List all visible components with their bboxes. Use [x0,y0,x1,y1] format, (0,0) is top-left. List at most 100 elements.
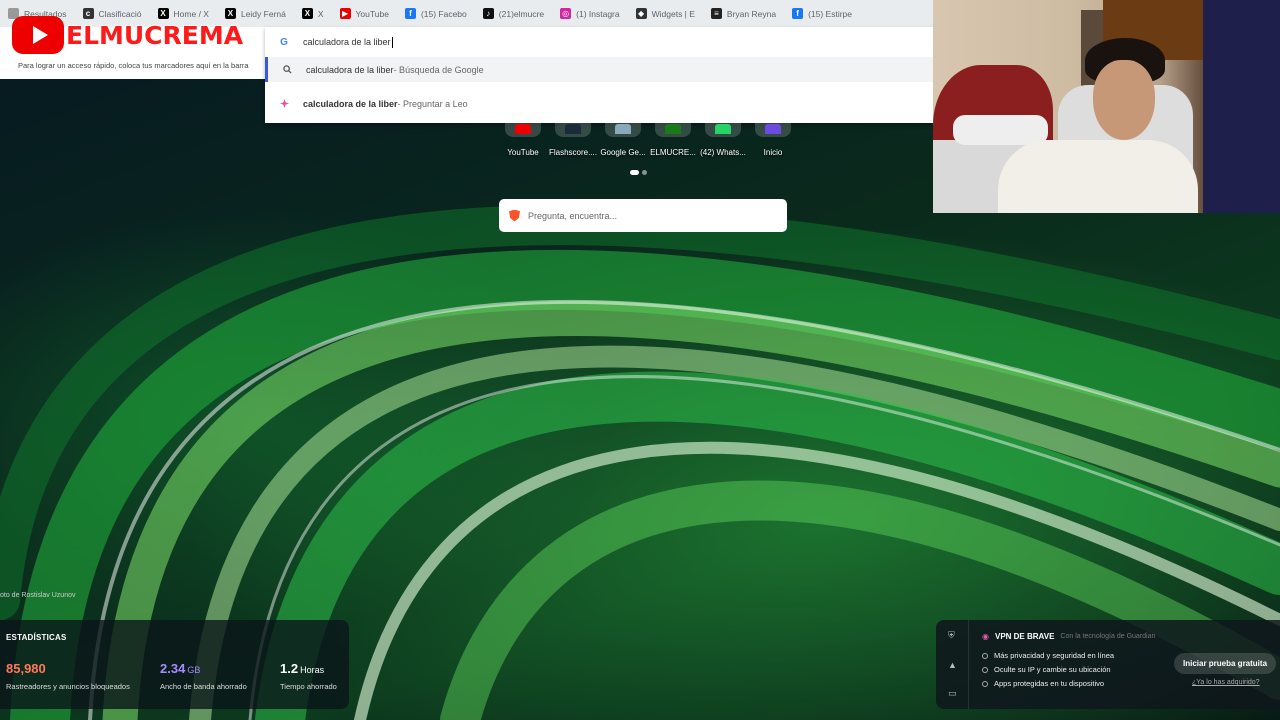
stat-time-saved: 1.2 Horas Tiempo ahorrado [280,660,337,691]
check-circle-icon [982,666,988,673]
stat-value: 85,980 [6,661,46,676]
widget-switcher: ⛨ ▲ ▭ [936,620,969,709]
tab-label: YouTube [355,8,389,19]
shortcut-page-dots [630,170,647,175]
stat-description: Ancho de banda ahorrado [160,682,247,691]
browser-tab[interactable]: ▶ YouTube [332,0,397,27]
tab-favicon-icon: f [792,8,804,19]
tab-favicon-icon: ≡ [710,8,722,19]
shortcut-tile[interactable]: (42) Whats... [698,115,748,157]
vpn-logo-icon: ◉ [982,632,989,641]
stat-unit: GB [187,665,201,675]
text-caret [391,36,393,48]
browser-tab[interactable]: f (15) Facebo [397,0,475,27]
tab-favicon-icon: ▶ [339,8,351,19]
browser-tab[interactable]: ◆ Widgets | E [628,0,703,27]
webcam-overlay [933,0,1280,213]
tab-label: (1) Instagra [576,8,620,19]
check-circle-icon [982,680,988,687]
already-purchased-link[interactable]: ¿Ya lo has adquirido? [1192,679,1260,686]
shortcut-label: (42) Whats... [700,148,746,157]
channel-logo: ELMUCREMA [12,16,243,54]
webcam-curtain [1203,0,1280,213]
vpn-feature: Apps protegidas en tu dispositivo [982,679,1104,688]
tab-label: (15) Estirpe [808,8,852,19]
tab-label: Bryan Reyna [726,8,777,19]
check-circle-icon [982,652,988,659]
shortcut-label: YouTube [507,148,539,157]
browser-tab[interactable]: f (15) Estirpe [784,0,860,27]
stat-value: 2.34 [160,661,186,676]
page-dot-active[interactable] [630,170,639,175]
stats-widget: ESTADÍSTICAS 85,980 Rastreadores y anunc… [0,620,349,709]
stat-description: Rastreadores y anuncios bloqueados [6,682,130,691]
page-dot[interactable] [642,170,647,175]
address-bar-query: calculadora de la liber [303,37,391,47]
address-bar-input[interactable]: G calculadora de la liber [265,33,933,51]
shortcut-favicon-icon [555,115,591,137]
shortcut-label: Google Ge... [600,148,646,157]
vpn-feature: Más privacidad y seguridad en línea [982,651,1114,660]
google-icon: G [280,36,288,48]
stat-description: Tiempo ahorrado [280,682,337,691]
vpn-feature-text: Oculte su IP y cambie su ubicación [994,665,1111,674]
suggestion-suffix: - Búsqueda de Google [393,64,484,75]
vpn-feature-text: Apps protegidas en tu dispositivo [994,679,1105,688]
vpn-shield-icon[interactable]: ⛨ [948,630,955,641]
cards-icon[interactable]: ▭ [948,688,957,699]
top-sites-shortcuts: YouTube Flashscore.... Google Ge... ELMUCRE… [498,115,798,157]
photo-credit[interactable]: oto de Rostislav Uzunov [0,592,75,599]
shortcut-favicon-icon [705,115,741,137]
webcam-person-face [1093,60,1155,140]
vpn-feature: Oculte su IP y cambie su ubicación [982,665,1111,674]
search-box[interactable]: Pregunta, encuentra... [499,199,787,232]
start-free-trial-button[interactable]: Iniciar prueba gratuita [1174,653,1277,674]
shortcut-tile[interactable]: Inicio [748,115,798,157]
webcam-person-shirt [998,140,1198,213]
shortcut-favicon-icon [755,115,791,137]
vpn-title: VPN DE BRAVE [994,632,1055,641]
brave-lion-icon [509,209,520,222]
suggestion-google-search[interactable]: calculadora de la liber - Búsqueda de Go… [265,57,933,82]
tab-label: Widgets | E [651,8,695,19]
suggestion-text: calculadora de la liber [306,64,394,75]
suggestion-suffix: - Preguntar a Leo [397,98,468,109]
stat-value: 1.2 [280,661,299,676]
youtube-logo-icon [12,16,64,54]
omnibox-dropdown: G calculadora de la liber calculadora de… [265,27,933,123]
vpn-widget: ⛨ ▲ ▭ ◉ VPN DE BRAVE Con la tecnología d… [936,620,1280,709]
shortcut-tile[interactable]: Google Ge... [598,115,648,157]
channel-logo-name: ELMUCREMA [66,20,244,50]
stats-title: ESTADÍSTICAS [6,633,67,642]
shortcut-label: Flashscore.... [548,148,597,157]
shortcut-favicon-icon [505,115,541,137]
tab-label: (15) Facebo [420,8,467,19]
search-placeholder: Pregunta, encuentra... [528,210,618,221]
shortcut-tile[interactable]: YouTube [498,115,548,157]
suggestion-text: calculadora de la liber [303,98,398,109]
browser-tab[interactable]: ◎ (1) Instagra [552,0,627,27]
tab-favicon-icon: ♪ [482,8,494,19]
tab-favicon-icon: f [404,8,416,19]
tab-label: (21)elmucre [498,8,545,19]
tab-label: Leidy Ferná [240,8,286,19]
vpn-subtitle: Con la tecnología de Guardian [1060,633,1156,640]
shortcut-favicon-icon [605,115,641,137]
rewards-triangle-icon[interactable]: ▲ [948,660,957,670]
tab-favicon-icon: ◆ [635,8,647,19]
stat-trackers-blocked: 85,980 Rastreadores y anuncios bloqueado… [6,660,130,691]
vpn-feature-text: Más privacidad y seguridad en línea [994,651,1115,660]
browser-tab[interactable]: ♪ (21)elmucre [475,0,552,27]
suggestion-ask-leo[interactable]: calculadora de la liber - Preguntar a Le… [265,91,933,116]
bookmarks-hint: Para lograr un acceso rápido, coloca tus… [18,61,249,70]
tab-favicon-icon: X [301,8,313,19]
browser-tab[interactable]: ≡ Bryan Reyna [703,0,784,27]
browser-tab[interactable]: XX [294,0,332,27]
shortcut-tile[interactable]: ELMUCRE... [648,115,698,157]
leo-icon [265,99,303,108]
shortcut-label: ELMUCRE... [650,148,696,157]
tab-favicon-icon: ◎ [560,8,572,19]
stat-bandwidth-saved: 2.34 GB Ancho de banda ahorrado [160,660,247,691]
shortcut-tile[interactable]: Flashscore.... [548,115,598,157]
stat-unit: Horas [300,665,325,675]
